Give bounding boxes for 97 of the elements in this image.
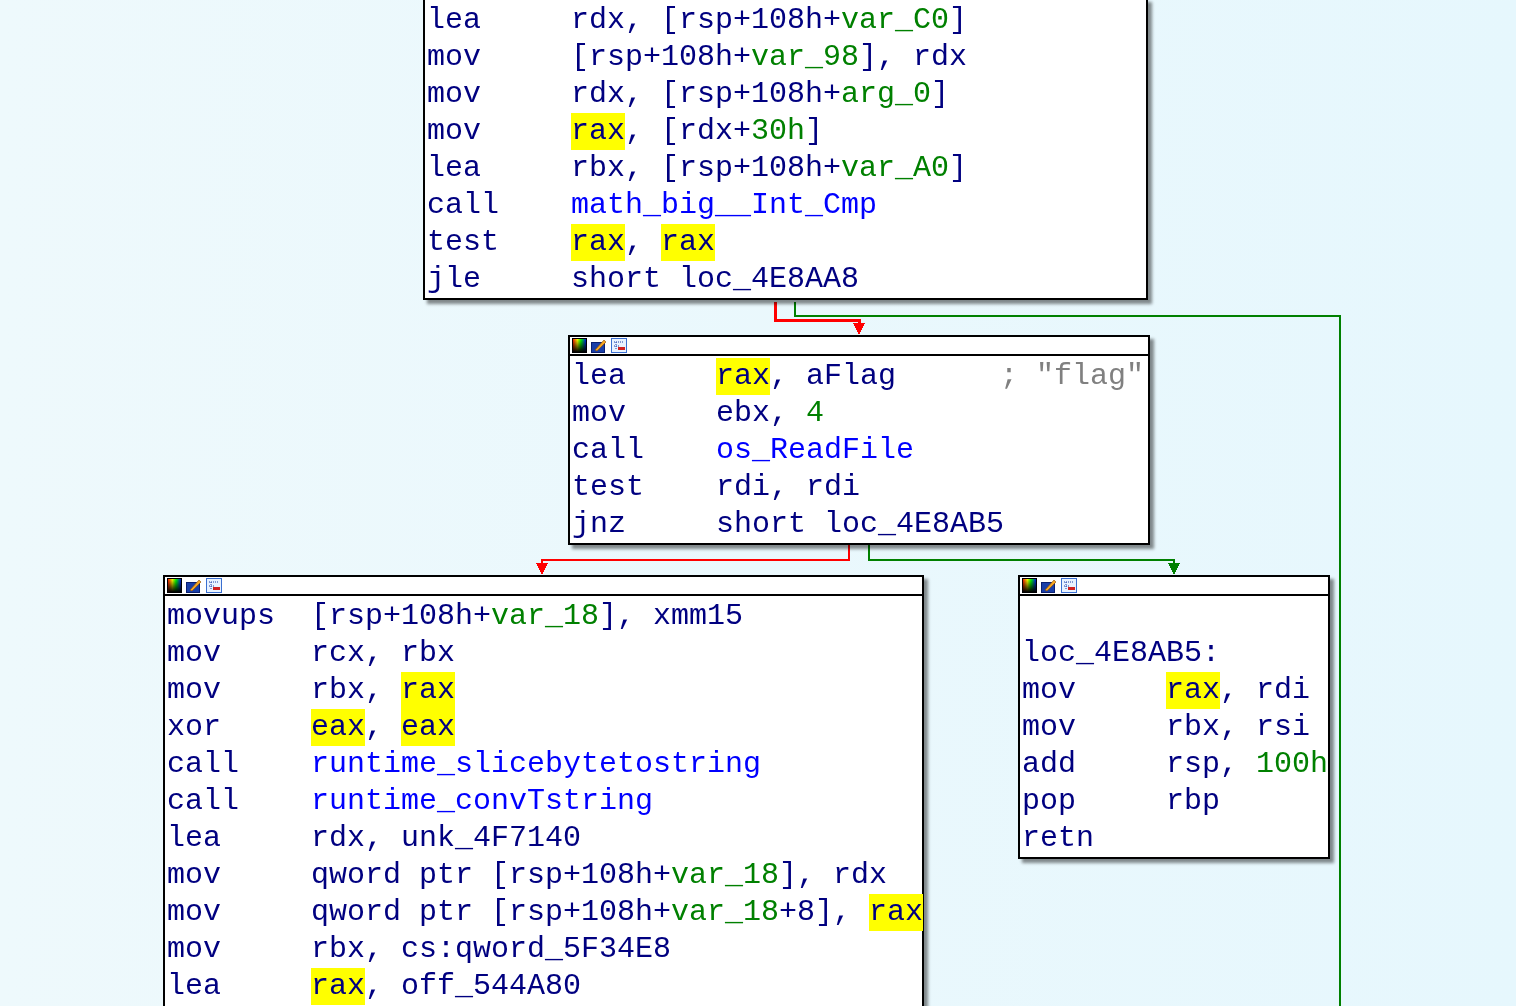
mnemonic: test [427, 224, 500, 261]
operand: ] [931, 76, 950, 113]
operand: arg_0 [841, 76, 932, 113]
operand: ] [949, 2, 968, 39]
operand: , [rdx+ [625, 113, 752, 150]
mnemonic: pop [1022, 783, 1077, 820]
operand: qword ptr [rsp+108h+ [311, 857, 672, 894]
operand: os_ReadFile [716, 432, 915, 469]
operand: ], rdx [859, 39, 968, 76]
operand: ], xmm15 [599, 598, 744, 635]
operand: var_18 [491, 598, 600, 635]
operand: , off_544A80 [365, 968, 582, 1005]
operand: var_A0 [841, 150, 950, 187]
operand: var_C0 [841, 2, 950, 39]
operand: , aFlag [770, 358, 897, 395]
operand: rbp [1166, 783, 1220, 820]
operand: 30h [751, 113, 806, 150]
graph-icon[interactable] [206, 578, 222, 593]
palette-icon[interactable] [572, 338, 587, 353]
operand: rdx, unk_4F7140 [311, 820, 582, 857]
mnemonic: lea [427, 150, 482, 187]
operand: 100h [1256, 746, 1329, 783]
operand: rdx [571, 2, 625, 39]
code-label: loc_4E8AB5: [1022, 635, 1221, 672]
highlighted-operand: rax [661, 224, 716, 261]
operand: , [365, 709, 385, 746]
mnemonic: mov [1022, 709, 1077, 746]
operand: rbx, [rsp+108h+ [571, 150, 842, 187]
edit-pencil-icon[interactable] [1041, 578, 1057, 593]
highlighted-operand: rax [716, 358, 770, 395]
mnemonic: mov [1022, 672, 1077, 709]
highlighted-operand: rax [311, 968, 365, 1005]
operand: [rsp+108h+ [311, 598, 492, 635]
highlighted-operand: rax [401, 672, 456, 709]
mnemonic: movups [167, 598, 277, 635]
graph-icon[interactable] [1061, 578, 1077, 593]
operand: qword ptr [rsp+108h+ [311, 894, 672, 931]
operand: rdx, [rsp+108h+ [571, 76, 842, 113]
operand: math_big__Int_Cmp [571, 187, 878, 224]
highlighted-operand: eax [311, 709, 365, 746]
mnemonic: call [167, 783, 240, 820]
highlighted-operand: rax [571, 113, 625, 150]
operand: var_18 [671, 894, 780, 931]
mnemonic: mov [167, 672, 222, 709]
mnemonic: xor [167, 709, 222, 746]
mnemonic: mov [167, 931, 222, 968]
mnemonic: add [1022, 746, 1077, 783]
mnemonic: mov [427, 113, 482, 150]
mnemonic: retn [1022, 820, 1095, 857]
operand: , rdi [1220, 672, 1311, 709]
graph-icon[interactable] [611, 338, 627, 353]
mnemonic: mov [167, 635, 222, 672]
mnemonic: mov [167, 857, 222, 894]
mnemonic: lea [572, 358, 627, 395]
palette-icon[interactable] [1022, 578, 1037, 593]
highlighted-operand: rax [571, 224, 625, 261]
operand: var_18 [671, 857, 780, 894]
operand: short loc_4E8AB5 [716, 506, 1005, 543]
mnemonic: lea [427, 2, 482, 39]
highlighted-operand: rax [869, 894, 924, 931]
highlighted-operand: rax [1166, 672, 1220, 709]
operand: ], rdx [779, 857, 888, 894]
operand: var_98 [751, 39, 860, 76]
operand: short loc_4E8AA8 [571, 261, 860, 298]
operand: , [rsp+108h+ [625, 2, 842, 39]
highlighted-operand: eax [401, 709, 456, 746]
mnemonic: call [572, 432, 645, 469]
operand: runtime_convTstring [311, 783, 654, 820]
mnemonic: jnz [572, 506, 627, 543]
operand: 4 [806, 395, 825, 432]
edit-pencil-icon[interactable] [591, 338, 607, 353]
operand: rsp, [1166, 746, 1239, 783]
operand: rbx, [311, 672, 384, 709]
operand: rbx, cs:qword_5F34E8 [311, 931, 672, 968]
mnemonic: lea [167, 820, 222, 857]
mnemonic: call [427, 187, 500, 224]
mnemonic: jle [427, 261, 482, 298]
operand: ebx, [716, 395, 789, 432]
operand: , [625, 224, 645, 261]
mnemonic: call [167, 746, 240, 783]
edit-pencil-icon[interactable] [186, 578, 202, 593]
mnemonic: mov [427, 76, 482, 113]
mnemonic: mov [572, 395, 627, 432]
mnemonic: mov [427, 39, 482, 76]
operand: +8], [779, 894, 853, 931]
operand: [rsp+108h+ [571, 39, 752, 76]
mnemonic: lea [167, 968, 222, 1005]
mnemonic: mov [167, 894, 222, 931]
palette-icon[interactable] [167, 578, 182, 593]
operand: rcx, rbx [311, 635, 456, 672]
operand: ] [949, 150, 968, 187]
operand: rbx, rsi [1166, 709, 1311, 746]
mnemonic: test [572, 469, 645, 506]
code-comment: ; "flag" [1000, 358, 1145, 395]
operand: ] [805, 113, 824, 150]
operand: rdi, rdi [716, 469, 861, 506]
operand: runtime_slicebytetostring [311, 746, 762, 783]
